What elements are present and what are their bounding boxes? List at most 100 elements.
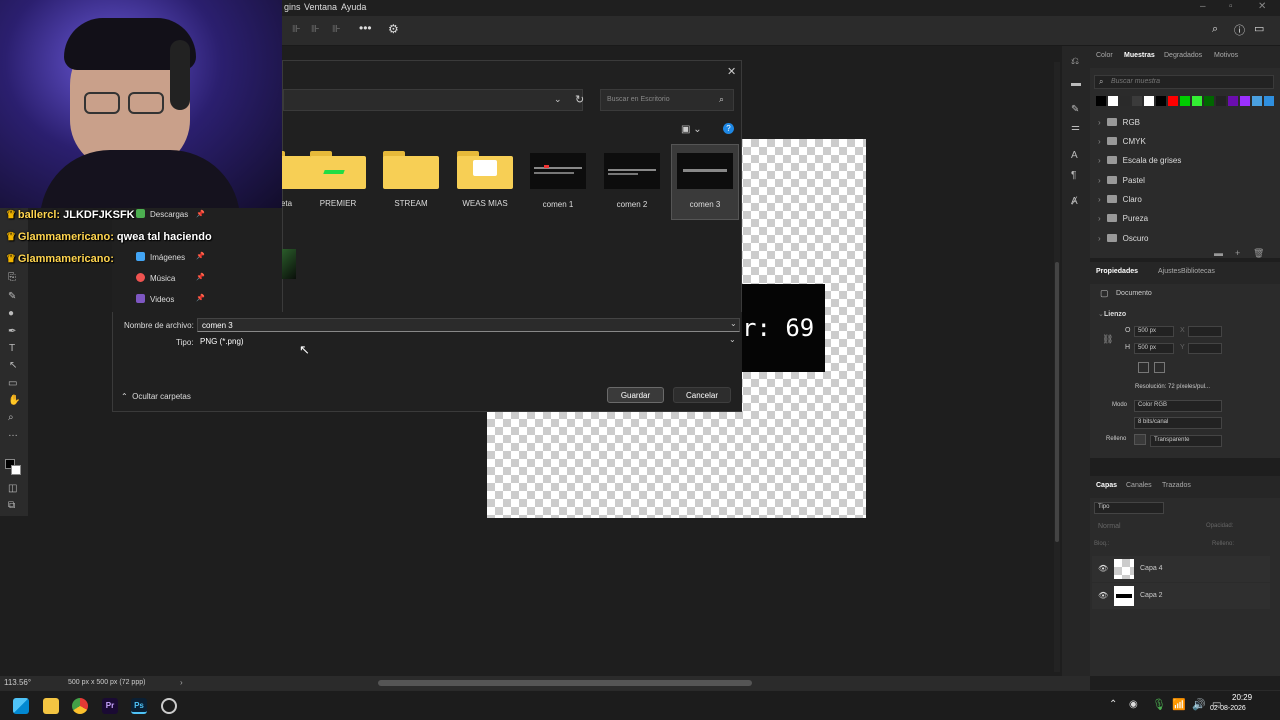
blend-mode-select[interactable]: Normal bbox=[1098, 523, 1121, 530]
visibility-eye-icon[interactable]: 👁 bbox=[1098, 564, 1108, 573]
color-swatch[interactable] bbox=[1216, 96, 1226, 106]
file-item-selected[interactable]: comen 3 bbox=[671, 144, 739, 220]
fill-select[interactable]: Transparente bbox=[1150, 435, 1222, 447]
history-icon[interactable]: ⎌ bbox=[1071, 56, 1079, 67]
swatch-group-rgb[interactable]: › RGB bbox=[1098, 118, 1140, 127]
help-icon[interactable]: ? bbox=[723, 123, 734, 134]
tab-gradients[interactable]: Degradados bbox=[1164, 52, 1202, 59]
workspace-icon[interactable]: ▭ bbox=[1254, 22, 1264, 35]
stamp-tool-icon[interactable]: ⎘ bbox=[8, 272, 16, 283]
windows-start-icon[interactable] bbox=[13, 698, 29, 714]
swatch-group-cmyk[interactable]: › CMYK bbox=[1098, 137, 1146, 146]
help-icon[interactable]: ⓘ bbox=[1234, 22, 1245, 38]
adjust-icon[interactable]: ⚌ bbox=[1071, 122, 1080, 133]
layer-name[interactable]: Capa 2 bbox=[1140, 592, 1163, 599]
portrait-icon[interactable] bbox=[1138, 362, 1149, 373]
close-window-icon[interactable]: ✕ bbox=[1258, 1, 1266, 12]
landscape-icon[interactable] bbox=[1154, 362, 1165, 373]
more-options-icon[interactable]: ••• bbox=[359, 21, 372, 35]
text-tool-icon[interactable]: T bbox=[9, 343, 15, 354]
chevron-down-icon[interactable]: ⌄ bbox=[554, 94, 562, 105]
dialog-close-icon[interactable]: ✕ bbox=[727, 65, 736, 78]
search-icon[interactable]: ⌕ bbox=[1212, 23, 1218, 36]
file-item[interactable]: comen 2 bbox=[598, 153, 666, 209]
pin-icon[interactable]: 📌 bbox=[196, 252, 205, 260]
dodge-tool-icon[interactable]: ● bbox=[8, 308, 14, 319]
file-item[interactable]: comen 1 bbox=[524, 153, 592, 209]
horizontal-scroll-thumb[interactable] bbox=[378, 680, 752, 686]
color-swatch[interactable] bbox=[1096, 96, 1106, 106]
chrome-icon[interactable] bbox=[72, 698, 88, 714]
align-left-icon[interactable]: ⊪ bbox=[292, 24, 301, 35]
section-chevron-icon[interactable]: ⌄ bbox=[1098, 310, 1104, 318]
layer-name[interactable]: Capa 4 bbox=[1140, 565, 1163, 572]
tab-patterns[interactable]: Motivos bbox=[1214, 52, 1238, 59]
clock-time[interactable]: 20:29 bbox=[1232, 693, 1252, 702]
address-bar[interactable]: ⌄ bbox=[283, 89, 583, 111]
x-field[interactable] bbox=[1188, 326, 1222, 337]
file-explorer-icon[interactable] bbox=[43, 698, 59, 714]
color-swatch[interactable] bbox=[1252, 96, 1262, 106]
tab-adjustments[interactable]: Ajustes bbox=[1158, 268, 1181, 275]
save-button[interactable]: Guardar bbox=[607, 387, 664, 403]
color-swatch[interactable] bbox=[1120, 96, 1130, 106]
pin-icon[interactable]: 📌 bbox=[196, 294, 205, 302]
swatch-group-pastel[interactable]: › Pastel bbox=[1098, 176, 1145, 185]
color-swatch[interactable] bbox=[1168, 96, 1178, 106]
new-swatch-icon[interactable]: + bbox=[1235, 248, 1240, 258]
menu-ayuda[interactable]: Ayuda bbox=[341, 2, 366, 12]
menu-ventana[interactable]: Ventana bbox=[304, 2, 337, 12]
width-field[interactable]: 500 px bbox=[1134, 326, 1174, 337]
tab-properties[interactable]: Propiedades bbox=[1096, 268, 1138, 275]
nav-item-musica[interactable]: Música bbox=[136, 273, 175, 283]
tab-libraries[interactable]: Bibliotecas bbox=[1181, 268, 1215, 275]
tab-paths[interactable]: Trazados bbox=[1162, 482, 1191, 489]
background-color-swatch[interactable] bbox=[11, 465, 21, 475]
nav-item-videos[interactable]: Videos bbox=[136, 294, 174, 304]
swatch-search-input[interactable]: ⌕ Buscar muestra bbox=[1094, 75, 1274, 89]
file-item[interactable]: STREAM bbox=[377, 151, 445, 208]
brush-settings-icon[interactable]: ✎ bbox=[1071, 104, 1079, 115]
color-swatch[interactable] bbox=[1108, 96, 1118, 106]
menu-plugins[interactable]: gins bbox=[284, 2, 301, 12]
color-swatch[interactable] bbox=[1240, 96, 1250, 106]
hide-folders-toggle[interactable]: ⌃ Ocultar carpetas bbox=[121, 392, 191, 401]
view-options-icon[interactable]: ▣ ⌄ bbox=[681, 124, 702, 135]
layer-filter-select[interactable]: Tipo bbox=[1094, 502, 1164, 514]
status-chevron-icon[interactable]: › bbox=[180, 678, 183, 687]
paragraph-icon[interactable]: ¶ bbox=[1071, 170, 1076, 181]
vertical-scroll-thumb[interactable] bbox=[1055, 262, 1059, 542]
pin-icon[interactable]: 📌 bbox=[196, 273, 205, 281]
quick-mask-icon[interactable]: ◫ bbox=[8, 483, 17, 494]
color-swatch[interactable] bbox=[1204, 96, 1214, 106]
color-swatch[interactable] bbox=[1132, 96, 1142, 106]
app-icon[interactable] bbox=[161, 698, 177, 714]
nav-item-descargas[interactable]: Descargas bbox=[136, 209, 188, 219]
refresh-icon[interactable]: ↻ bbox=[575, 93, 584, 106]
volume-icon[interactable]: 🔊 bbox=[1192, 698, 1206, 711]
hand-tool-icon[interactable]: ✋ bbox=[8, 395, 20, 406]
color-swatch[interactable] bbox=[1156, 96, 1166, 106]
glyphs-icon[interactable]: Ⱥ bbox=[1071, 196, 1078, 207]
pen-tool-icon[interactable]: ✒ bbox=[8, 326, 16, 337]
zoom-level[interactable]: 113.56° bbox=[4, 678, 31, 687]
zoom-tool-icon[interactable]: ⌕ bbox=[8, 412, 14, 423]
minimize-icon[interactable]: – bbox=[1200, 1, 1206, 12]
swatch-group-light[interactable]: › Claro bbox=[1098, 195, 1142, 204]
color-swatch[interactable] bbox=[1180, 96, 1190, 106]
photoshop-icon[interactable]: Ps bbox=[131, 698, 147, 714]
rectangle-tool-icon[interactable]: ▭ bbox=[8, 378, 17, 389]
align-right-icon[interactable]: ⊪ bbox=[332, 24, 341, 35]
pin-icon[interactable]: 📌 bbox=[196, 210, 205, 218]
filename-input[interactable]: comen 3 ⌄ bbox=[197, 318, 740, 332]
align-center-icon[interactable]: ⊪ bbox=[311, 24, 320, 35]
path-select-icon[interactable]: ↖ bbox=[9, 360, 17, 371]
color-swatch[interactable] bbox=[1264, 96, 1274, 106]
brush-tool-icon[interactable]: ✎ bbox=[8, 291, 16, 302]
bits-select[interactable]: 8 bits/canal bbox=[1134, 417, 1222, 429]
color-swatch[interactable] bbox=[1192, 96, 1202, 106]
file-item[interactable]: WEAS MIAS bbox=[451, 151, 519, 208]
more-tools-icon[interactable]: … bbox=[8, 428, 18, 439]
search-input[interactable]: Buscar en Escritorio ⌕ bbox=[600, 89, 734, 111]
microphone-icon[interactable]: 🎙 bbox=[1152, 698, 1166, 711]
